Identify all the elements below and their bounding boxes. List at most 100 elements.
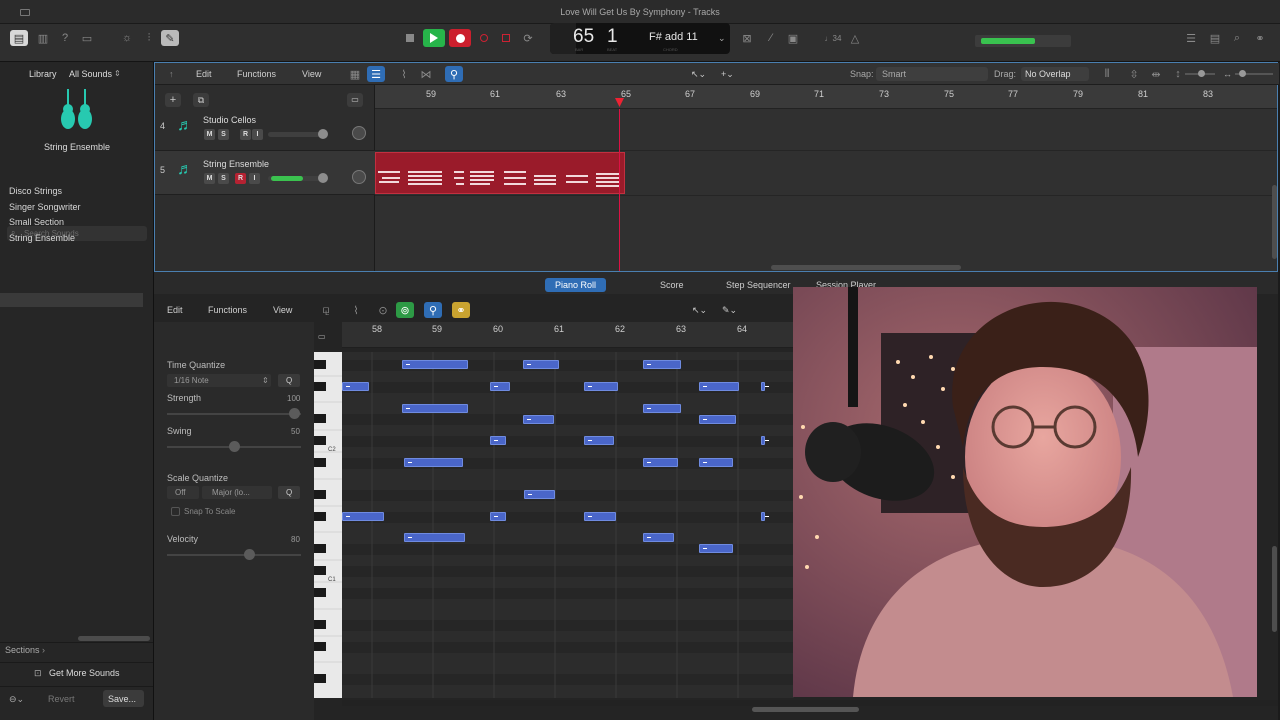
global-tracks-icon[interactable]: ▭ bbox=[347, 93, 363, 107]
tempo-icon[interactable]: ♩34 bbox=[822, 30, 844, 46]
count-in-icon[interactable]: ⁄ bbox=[762, 30, 780, 46]
midi-note[interactable] bbox=[404, 458, 463, 467]
strength-knob[interactable] bbox=[289, 408, 300, 419]
midi-note[interactable] bbox=[404, 533, 465, 542]
tuner-icon[interactable]: ⊠ bbox=[738, 30, 756, 46]
playhead-marker[interactable] bbox=[615, 98, 624, 107]
list-editor-icon[interactable]: ▣ bbox=[784, 30, 802, 46]
quantize-button[interactable]: Q bbox=[278, 374, 300, 387]
metronome-icon[interactable]: △ bbox=[846, 30, 864, 46]
bar-ruler[interactable]: 59 61 63 65 67 69 71 73 75 77 79 81 83 bbox=[375, 85, 1277, 109]
midi-note[interactable] bbox=[342, 512, 384, 521]
pointer-tool-icon[interactable]: ↖⌄ bbox=[692, 305, 707, 316]
tracks-timeline[interactable]: 59 61 63 65 67 69 71 73 75 77 79 81 83 bbox=[375, 85, 1277, 271]
input-monitor-button[interactable]: I bbox=[252, 129, 263, 140]
midi-note[interactable] bbox=[699, 382, 739, 391]
editors-button[interactable]: ✎ bbox=[161, 30, 179, 46]
inspector-toggle-icon[interactable]: ▥ bbox=[34, 30, 52, 46]
piano-keyboard[interactable]: C2 C1 bbox=[314, 352, 342, 698]
midi-note[interactable] bbox=[524, 490, 555, 499]
replace-record-icon[interactable] bbox=[475, 30, 493, 46]
link-icon[interactable]: ⚭ bbox=[452, 302, 470, 318]
midi-note[interactable] bbox=[643, 533, 674, 542]
fader-knob[interactable] bbox=[318, 129, 328, 139]
midi-note[interactable] bbox=[699, 544, 733, 553]
catch-icon[interactable]: ⚲ bbox=[445, 66, 463, 82]
functions-menu[interactable]: Functions bbox=[208, 305, 247, 315]
horizontal-fit-icon[interactable]: ⇹ bbox=[1147, 66, 1165, 82]
fader-knob[interactable] bbox=[318, 173, 328, 183]
view-menu[interactable]: View bbox=[302, 69, 321, 79]
midi-note[interactable] bbox=[643, 404, 681, 413]
back-icon[interactable]: ↑ bbox=[169, 69, 174, 79]
library-toggle-button[interactable]: ▤ bbox=[10, 30, 28, 46]
piano-roll-grid[interactable] bbox=[342, 352, 794, 698]
midi-note[interactable] bbox=[490, 436, 506, 445]
track-row[interactable]: 4 ♬ Studio Cellos M S R I bbox=[155, 107, 375, 151]
midi-note[interactable] bbox=[402, 404, 468, 413]
track-row-selected[interactable]: 5 ♬ String Ensemble M S R I bbox=[155, 151, 375, 195]
cycle-icon[interactable]: ⟳ bbox=[519, 30, 537, 46]
flex-icon[interactable]: ⋈ bbox=[417, 66, 435, 82]
track-name[interactable]: Studio Cellos bbox=[203, 115, 256, 125]
tab-piano-roll[interactable]: Piano Roll bbox=[545, 278, 607, 292]
smart-controls-icon[interactable]: ☼ bbox=[118, 30, 136, 46]
stop-button[interactable] bbox=[401, 30, 419, 46]
snap-to-scale-checkbox[interactable] bbox=[171, 507, 180, 516]
tracks-horizontal-scrollbar[interactable] bbox=[771, 265, 961, 270]
piano-roll-ruler[interactable]: 58 59 60 61 62 63 64 bbox=[342, 322, 794, 348]
scale-root-dropdown[interactable]: Off bbox=[167, 486, 199, 499]
track-name[interactable]: String Ensemble bbox=[203, 159, 269, 169]
add-track-button[interactable]: + bbox=[165, 93, 181, 107]
edit-menu[interactable]: Edit bbox=[196, 69, 212, 79]
library-scrollbar[interactable] bbox=[78, 636, 150, 641]
tab-score[interactable]: Score bbox=[650, 278, 694, 292]
midi-note[interactable] bbox=[761, 382, 769, 391]
master-volume-meter[interactable] bbox=[975, 35, 1071, 47]
midi-region[interactable] bbox=[375, 152, 625, 194]
midi-note[interactable] bbox=[761, 436, 769, 445]
midi-note[interactable] bbox=[699, 458, 733, 467]
vertical-zoom-icon[interactable]: ⇳ bbox=[1125, 66, 1143, 82]
help-icon[interactable]: ? bbox=[56, 30, 74, 46]
slider-knob[interactable] bbox=[1239, 70, 1246, 77]
save-button-bg[interactable]: Save... bbox=[103, 690, 144, 707]
library-filter-dropdown[interactable]: All Sounds bbox=[69, 69, 112, 79]
duplicate-track-icon[interactable]: ⧉ bbox=[193, 93, 209, 107]
capture-record-icon[interactable] bbox=[497, 30, 515, 46]
pointer-tool-icon[interactable]: ↖⌄ bbox=[691, 69, 706, 80]
midi-note[interactable] bbox=[761, 512, 769, 521]
lcd-display[interactable]: 65 1 BAR BEAT F# add 11 CHORD ⌄ bbox=[550, 23, 730, 54]
inspector-toggle-icon[interactable]: ▭ bbox=[318, 332, 326, 341]
midi-note[interactable] bbox=[584, 512, 616, 521]
input-monitor-button[interactable]: I bbox=[249, 173, 260, 184]
automation-icon[interactable]: ⌇ bbox=[395, 66, 413, 82]
tab-step-sequencer[interactable]: Step Sequencer bbox=[716, 278, 801, 292]
mute-button[interactable]: M bbox=[204, 129, 215, 140]
options-icon[interactable]: ⊖⌄ bbox=[9, 694, 24, 705]
tracks-vertical-scrollbar[interactable] bbox=[1272, 185, 1277, 259]
quantize-icon[interactable]: ⚼ bbox=[317, 302, 335, 318]
editor-vertical-scrollbar[interactable] bbox=[1272, 546, 1277, 632]
catch-icon[interactable]: ⚲ bbox=[424, 302, 442, 318]
mute-button[interactable]: M bbox=[204, 173, 215, 184]
midi-note[interactable] bbox=[490, 382, 510, 391]
editor-horizontal-scrollbar[interactable] bbox=[752, 707, 859, 712]
pan-knob[interactable] bbox=[352, 170, 366, 184]
midi-note[interactable] bbox=[523, 360, 559, 369]
automation-icon[interactable]: ⌇ bbox=[347, 302, 365, 318]
solo-button[interactable]: S bbox=[218, 129, 229, 140]
waveform-zoom-icon[interactable]: ⫴ bbox=[1098, 66, 1116, 82]
midi-note[interactable] bbox=[584, 382, 618, 391]
record-enable-button[interactable]: R bbox=[240, 129, 251, 140]
library-item-singer-songwriter[interactable]: Singer Songwriter bbox=[9, 202, 81, 212]
save-button[interactable]: Save... bbox=[108, 694, 136, 704]
snap-dropdown[interactable]: Smart bbox=[876, 67, 988, 81]
record-button[interactable] bbox=[449, 29, 471, 47]
mixer-icon[interactable]: ⫶ bbox=[140, 30, 158, 46]
play-button[interactable] bbox=[423, 29, 445, 47]
sections-label[interactable]: Sections bbox=[5, 645, 40, 655]
midi-note[interactable] bbox=[643, 360, 681, 369]
record-enable-button[interactable]: R bbox=[235, 173, 246, 184]
scale-quantize-button[interactable]: Q bbox=[278, 486, 300, 499]
